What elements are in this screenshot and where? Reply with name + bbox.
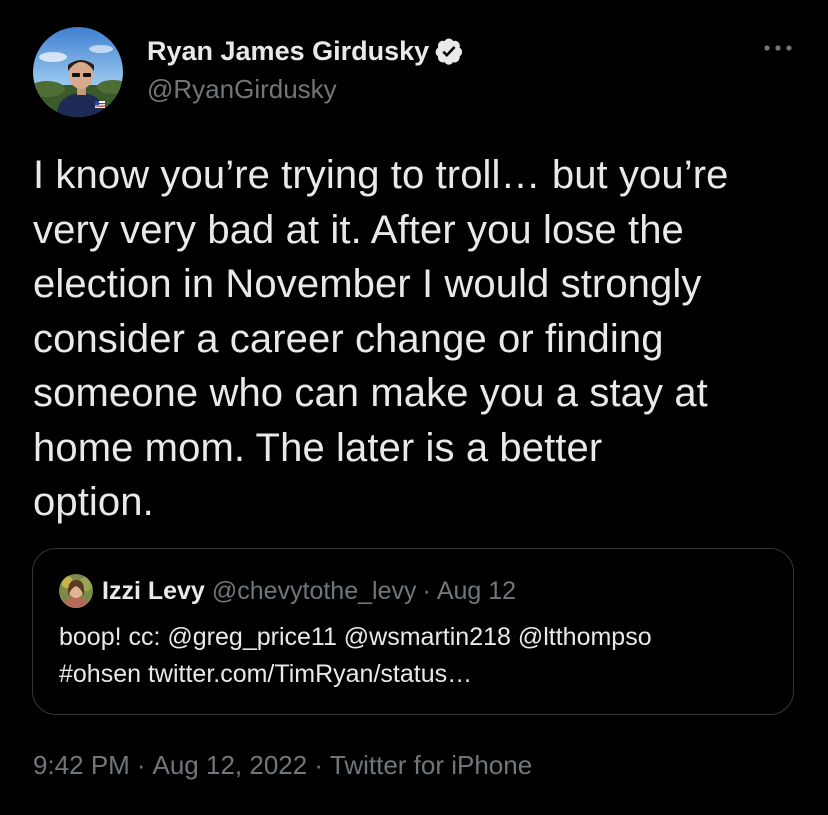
tweet-time[interactable]: 9:42 PM: [33, 750, 130, 780]
quoted-tweet-text: boop! cc: @greg_price11 @wsmartin218 @lt…: [59, 619, 779, 693]
tweet-source[interactable]: Twitter for iPhone: [330, 750, 532, 780]
quoted-profile-photo-icon: [59, 574, 93, 608]
quoted-tweet-text-line: #ohsen twitter.com/TimRyan/status…: [59, 660, 473, 688]
quoted-separator: ·: [422, 576, 431, 605]
meta-separator: ·: [136, 750, 146, 780]
tweet-date[interactable]: Aug 12, 2022: [153, 750, 308, 780]
author-name[interactable]: Ryan James Girdusky: [147, 36, 429, 67]
quoted-tweet-date: Aug 12: [436, 576, 517, 605]
author-name-row[interactable]: Ryan James Girdusky: [147, 36, 464, 67]
quoted-author-handle: @chevytothe_levy: [211, 576, 417, 605]
author-handle[interactable]: @RyanGirdusky: [147, 74, 337, 105]
quoted-author-avatar: [59, 574, 93, 608]
profile-photo-icon: [33, 27, 123, 117]
more-horizontal-icon[interactable]: [760, 38, 796, 58]
tweet-metadata: 9:42 PM · Aug 12, 2022 · Twitter for iPhone: [33, 750, 532, 781]
quoted-tweet-header: Izzi Levy @chevytothe_levy · Aug 12: [59, 574, 516, 608]
meta-separator: ·: [314, 750, 323, 780]
quoted-tweet-card[interactable]: Izzi Levy @chevytothe_levy · Aug 12 boop…: [32, 548, 794, 715]
tweet-text: I know you’re trying to troll… but you’r…: [33, 153, 729, 524]
verified-badge-icon: [435, 37, 464, 66]
author-avatar[interactable]: [33, 27, 123, 117]
quoted-tweet-text-line: boop! cc: @greg_price11 @wsmartin218 @lt…: [59, 623, 652, 651]
quoted-author-name: Izzi Levy: [102, 576, 205, 605]
tweet: Ryan James Girdusky @RyanGirdusky I know…: [0, 0, 828, 815]
